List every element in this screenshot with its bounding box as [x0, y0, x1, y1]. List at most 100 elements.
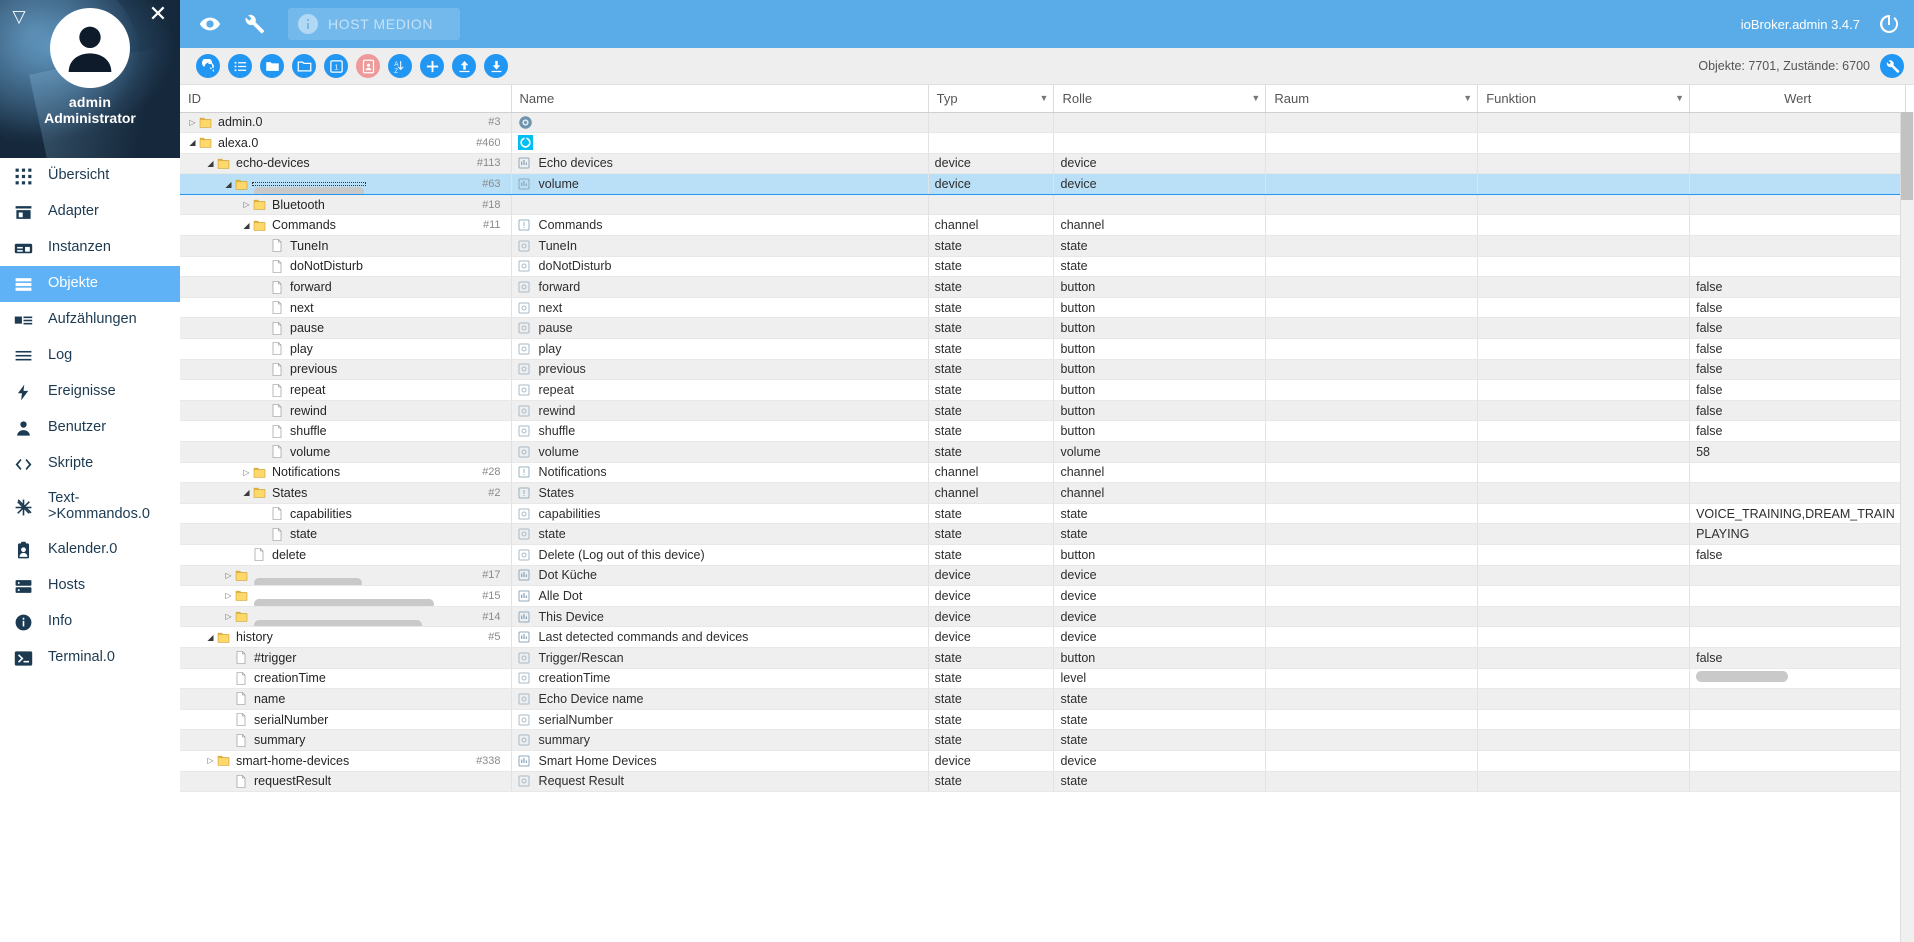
sidebar-item-benutzer[interactable]: Benutzer	[0, 410, 180, 446]
cell-id[interactable]: volume	[180, 441, 512, 463]
cell-id[interactable]: ◢ echo-devices #113	[180, 153, 512, 175]
cell-id[interactable]: previous	[180, 359, 512, 381]
sidebar-item-kalender-0[interactable]: Kalender.0	[0, 532, 180, 568]
scrollbar-thumb[interactable]	[1901, 112, 1913, 200]
settings-gear-icon[interactable]	[1880, 54, 1904, 78]
cell-id[interactable]: forward	[180, 276, 512, 298]
upload-button[interactable]	[452, 54, 476, 78]
sidebar-item-text-kommandos-0[interactable]: Text- >Kommandos.0	[0, 482, 180, 532]
sort-button[interactable]: AZ	[388, 54, 412, 78]
table-row[interactable]: ▷ #15 Alle Dot device device	[180, 585, 1914, 607]
cell-id[interactable]: doNotDisturb	[180, 256, 512, 278]
chevron-down-icon[interactable]: ▼	[1040, 93, 1049, 103]
table-row[interactable]: ▷ #17 Dot Küche device device	[180, 565, 1914, 587]
sidebar-item-log[interactable]: Log	[0, 338, 180, 374]
cell-id[interactable]: creationTime	[180, 668, 512, 690]
sidebar-item-hosts[interactable]: Hosts	[0, 568, 180, 604]
column-header-rolle[interactable]: Rolle ▼	[1053, 85, 1267, 113]
cell-id[interactable]: next	[180, 297, 512, 319]
table-row[interactable]: requestResult Request Result state state	[180, 771, 1914, 793]
expand-toggle-closed-icon[interactable]: ▷	[240, 200, 253, 209]
show-id-button[interactable]	[356, 54, 380, 78]
cell-id[interactable]: ▷ smart-home-devices #338	[180, 750, 512, 772]
table-row[interactable]: state state state state PLAYING	[180, 523, 1914, 545]
table-row[interactable]: name Echo Device name state state	[180, 688, 1914, 710]
table-row[interactable]: shuffle shuffle state button false	[180, 420, 1914, 442]
sidebar-item-adapter[interactable]: Adapter	[0, 194, 180, 230]
column-header-typ[interactable]: Typ ▼	[928, 85, 1055, 113]
expand-toggle-closed-icon[interactable]: ▷	[204, 756, 217, 765]
column-header-einstellur[interactable]: Einstellur▼	[1905, 85, 1914, 113]
collapse-all-button[interactable]	[292, 54, 316, 78]
cell-id[interactable]: ◢ history #5	[180, 626, 512, 648]
sidebar-item-instanzen[interactable]: Instanzen	[0, 230, 180, 266]
expand-toggle-closed-icon[interactable]: ▷	[222, 571, 235, 580]
cell-id[interactable]: ▷ #15	[180, 585, 512, 607]
table-row[interactable]: summary summary state state	[180, 729, 1914, 751]
cell-id[interactable]: delete	[180, 544, 512, 566]
collapse-drawer-icon[interactable]: ▽	[8, 5, 30, 27]
table-row[interactable]: ◢ #63 volume device device	[180, 173, 1914, 195]
column-header-id[interactable]: ID	[180, 85, 512, 113]
expand-toggle-closed-icon[interactable]: ▷	[186, 118, 199, 127]
table-row[interactable]: next next state button false	[180, 297, 1914, 319]
sidebar-item-objekte[interactable]: Objekte	[0, 266, 180, 302]
expand-one-button[interactable]: 1	[324, 54, 348, 78]
sidebar-item-info[interactable]: Info	[0, 604, 180, 640]
table-row[interactable]: play play state button false	[180, 338, 1914, 360]
table-row[interactable]: rewind rewind state button false	[180, 400, 1914, 422]
vertical-scrollbar[interactable]	[1900, 112, 1914, 942]
expand-toggle-closed-icon[interactable]: ▷	[222, 591, 235, 600]
cell-id[interactable]: summary	[180, 729, 512, 751]
cell-id[interactable]: requestResult	[180, 771, 512, 793]
add-object-button[interactable]	[420, 54, 444, 78]
table-row[interactable]: previous previous state button false	[180, 359, 1914, 381]
table-row[interactable]: TuneIn TuneIn state state	[180, 235, 1914, 257]
cell-id[interactable]: repeat	[180, 379, 512, 401]
table-row[interactable]: ▷ smart-home-devices #338 Smart Home Device…	[180, 750, 1914, 772]
expand-toggle-open-icon[interactable]: ◢	[222, 180, 235, 189]
cell-id[interactable]: capabilities	[180, 503, 512, 525]
sidebar-item-skripte[interactable]: Skripte	[0, 446, 180, 482]
cell-id[interactable]: ▷ admin.0 #3	[180, 112, 512, 134]
table-row[interactable]: ◢ echo-devices #113 Echo devices device devic…	[180, 153, 1914, 175]
cell-id[interactable]: ▷ #14	[180, 606, 512, 628]
cell-id[interactable]: ▷ Bluetooth #18	[180, 194, 512, 216]
sidebar-item-aufz-hlungen[interactable]: Aufzählungen	[0, 302, 180, 338]
column-header-raum[interactable]: Raum ▼	[1265, 85, 1479, 113]
cell-id[interactable]: ◢ States #2	[180, 482, 512, 504]
table-row[interactable]: repeat repeat state button false	[180, 379, 1914, 401]
cell-id[interactable]: #trigger	[180, 647, 512, 669]
expand-toggle-open-icon[interactable]: ◢	[240, 221, 253, 230]
cell-id[interactable]: pause	[180, 317, 512, 340]
table-row[interactable]: #trigger Trigger/Rescan state button false	[180, 647, 1914, 669]
sidebar-item-ereignisse[interactable]: Ereignisse	[0, 374, 180, 410]
cell-id[interactable]: shuffle	[180, 420, 512, 442]
expand-toggle-open-icon[interactable]: ◢	[186, 138, 199, 147]
table-row[interactable]: volume volume state volume 58	[180, 441, 1914, 463]
expand-toggle-open-icon[interactable]: ◢	[240, 488, 253, 497]
table-row[interactable]: serialNumber serialNumber state state	[180, 709, 1914, 731]
download-button[interactable]	[484, 54, 508, 78]
wrench-icon[interactable]	[232, 2, 276, 46]
table-row[interactable]: ◢ history #5 Last detected commands and dev…	[180, 626, 1914, 648]
table-row[interactable]: ▷ #14 This Device device device	[180, 606, 1914, 628]
chevron-down-icon[interactable]: ▼	[1675, 93, 1684, 103]
table-row[interactable]: forward forward state button false	[180, 276, 1914, 298]
table-row[interactable]: ▷ Notifications #28 Notifications channel cha…	[180, 462, 1914, 484]
table-row[interactable]: doNotDisturb doNotDisturb state state	[180, 256, 1914, 278]
cell-id[interactable]: name	[180, 688, 512, 710]
column-header-funktion[interactable]: Funktion ▼	[1477, 85, 1691, 113]
table-row[interactable]: ▷ admin.0 #3	[180, 112, 1914, 134]
cell-id[interactable]: play	[180, 338, 512, 360]
refresh-button[interactable]	[196, 54, 220, 78]
cell-id[interactable]: ▷ Notifications #28	[180, 462, 512, 484]
table-row[interactable]: capabilities capabilities state state VOICE_…	[180, 503, 1914, 525]
expand-toggle-open-icon[interactable]: ◢	[204, 159, 217, 168]
table-row[interactable]: ◢ alexa.0 #460	[180, 132, 1914, 154]
table-row[interactable]: ◢ Commands #11 Commands channel channel	[180, 214, 1914, 237]
cell-id[interactable]: ▷ #17	[180, 565, 512, 587]
cell-id[interactable]: TuneIn	[180, 235, 512, 257]
cell-id[interactable]: ◢ #63	[180, 173, 512, 195]
cell-id[interactable]: ◢ Commands #11	[180, 214, 512, 237]
